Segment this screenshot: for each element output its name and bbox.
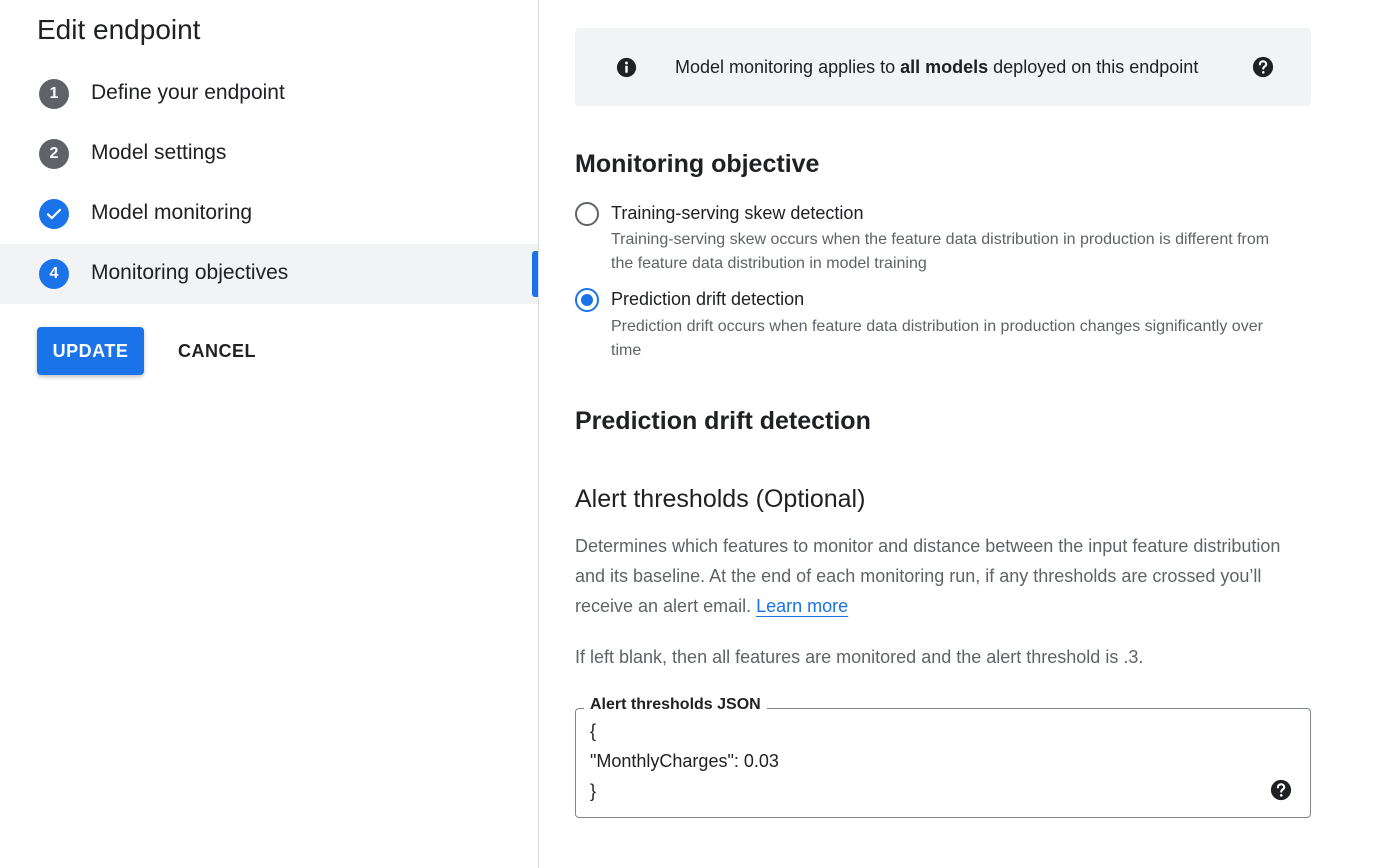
step-label: Monitoring objectives bbox=[91, 261, 289, 284]
cancel-button[interactable]: CANCEL bbox=[165, 327, 269, 375]
check-icon bbox=[39, 199, 69, 229]
skew-detection-label[interactable]: Training-serving skew detection bbox=[611, 203, 863, 224]
drift-section-heading: Prediction drift detection bbox=[575, 407, 871, 435]
info-icon bbox=[616, 57, 637, 78]
info-banner: Model monitoring applies to all models d… bbox=[575, 28, 1311, 106]
update-button[interactable]: UPDATE bbox=[37, 327, 144, 375]
skew-detection-description: Training-serving skew occurs when the fe… bbox=[611, 231, 1270, 272]
info-text-part: deployed on this endpoint bbox=[988, 57, 1199, 77]
step-model-settings[interactable]: 2 Model settings bbox=[0, 124, 538, 184]
info-banner-text: Model monitoring applies to all models d… bbox=[675, 57, 1198, 78]
active-step-indicator bbox=[532, 251, 538, 297]
json-field-value[interactable]: { "MonthlyCharges": 0.03 } bbox=[590, 716, 779, 806]
step-monitoring-objectives[interactable]: 4 Monitoring objectives bbox=[0, 244, 538, 304]
drift-detection-radio[interactable] bbox=[575, 288, 599, 312]
step-number-badge: 4 bbox=[39, 259, 69, 289]
monitoring-objective-heading: Monitoring objective bbox=[575, 150, 820, 178]
help-icon[interactable] bbox=[1252, 56, 1274, 78]
step-model-monitoring[interactable]: Model monitoring bbox=[0, 184, 538, 244]
skew-detection-radio[interactable] bbox=[575, 202, 599, 226]
drift-detection-label[interactable]: Prediction drift detection bbox=[611, 289, 804, 310]
step-label: Model settings bbox=[91, 141, 227, 164]
info-text-part: Model monitoring applies to bbox=[675, 57, 901, 77]
step-label: Define your endpoint bbox=[91, 81, 285, 104]
help-icon[interactable] bbox=[1270, 779, 1292, 801]
page-title: Edit endpoint bbox=[37, 14, 201, 45]
alert-thresholds-heading: Alert thresholds (Optional) bbox=[575, 485, 866, 513]
json-field-label: Alert thresholds JSON bbox=[584, 696, 767, 714]
step-label: Model monitoring bbox=[91, 201, 253, 224]
drift-detection-description: Prediction drift occurs when feature dat… bbox=[611, 318, 1263, 359]
description-text: Determines which features to monitor and… bbox=[575, 536, 1281, 616]
step-define-endpoint[interactable]: 1 Define your endpoint bbox=[0, 64, 538, 124]
info-text-bold: all models bbox=[900, 57, 989, 77]
step-number-badge: 2 bbox=[39, 139, 69, 169]
alert-thresholds-description: Determines which features to monitor and… bbox=[575, 531, 1315, 621]
learn-more-link[interactable]: Learn more bbox=[756, 596, 848, 616]
step-number-badge: 1 bbox=[39, 79, 69, 109]
blank-threshold-note: If left blank, then all features are mon… bbox=[575, 647, 1144, 667]
stepper-panel: Edit endpoint 1 Define your endpoint 2 M… bbox=[0, 0, 539, 868]
